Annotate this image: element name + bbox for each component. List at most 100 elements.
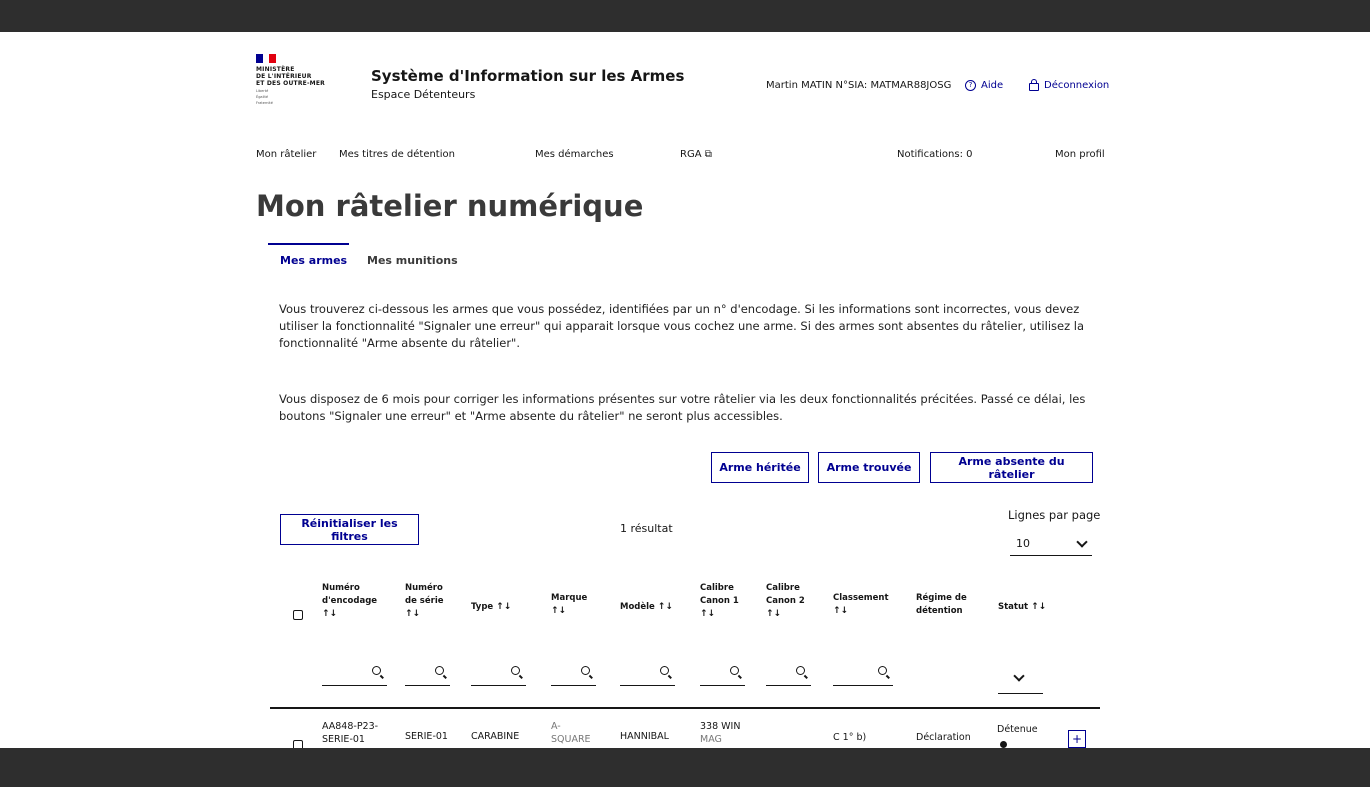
header-type-label: Type — [471, 602, 494, 612]
nav-profile[interactable]: Mon profil — [1055, 149, 1105, 160]
lock-icon — [1029, 79, 1039, 91]
results-count: 1 résultat — [620, 522, 673, 535]
header-calibre-1[interactable]: Calibre Canon 1 ↑↓ — [700, 582, 739, 621]
header-brand-label: Marque — [551, 593, 588, 603]
header-encoding-l2: d'encodage — [322, 596, 378, 606]
search-icon — [372, 666, 381, 675]
ministry-line-2: DE L'INTÉRIEUR — [256, 73, 312, 80]
rows-per-page-select[interactable]: 10 — [1010, 532, 1092, 556]
tab-weapons[interactable]: Mes armes — [280, 254, 347, 267]
status-user-icon — [1000, 741, 1007, 748]
active-tab-indicator — [268, 243, 349, 245]
nav-titles[interactable]: Mes titres de détention — [339, 149, 455, 160]
filter-type-input[interactable] — [471, 662, 526, 686]
header-regime-l1: Régime de — [916, 593, 967, 603]
cell-encoding-l1: AA848-P23- — [322, 721, 379, 732]
ministry-line-3: ET DES OUTRE-MER — [256, 80, 325, 87]
cell-encoding: AA848-P23- SERIE-01 — [322, 720, 378, 746]
header-type[interactable]: Type ↑↓ — [471, 601, 511, 614]
cell-calibre-1: 338 WIN MAG — [700, 720, 740, 746]
cell-cal1-l2: MAG — [700, 734, 722, 745]
chevron-down-icon — [1076, 535, 1088, 548]
header-regime-l2: détention — [916, 606, 963, 616]
filter-status-select[interactable] — [998, 662, 1043, 694]
nav-procedures[interactable]: Mes démarches — [535, 149, 614, 160]
cell-type: CARABINE — [471, 731, 520, 742]
marianne-flag-icon — [256, 54, 277, 63]
chevron-down-icon — [1013, 670, 1025, 682]
ministry-logo[interactable]: MINISTÈRE DE L'INTÉRIEUR ET DES OUTRE-ME… — [256, 54, 346, 105]
cell-regime: Déclaration — [916, 732, 971, 743]
search-icon — [878, 666, 887, 675]
page-title: Mon râtelier numérique — [256, 189, 644, 223]
header-class-label: Classement — [833, 593, 889, 603]
site-title[interactable]: Système d'Information sur les Armes — [371, 67, 684, 85]
search-icon — [511, 666, 520, 675]
sort-icon[interactable]: ↑↓ — [405, 608, 444, 621]
header-serial-l1: Numéro — [405, 583, 443, 593]
cell-brand-l2: SQUARE — [551, 734, 591, 745]
header-model[interactable]: Modèle ↑↓ — [620, 601, 673, 614]
user-info: Martin MATIN N°SIA: MATMAR88JOSG — [766, 80, 952, 91]
sort-icon[interactable]: ↑↓ — [551, 605, 587, 618]
nav-notifications[interactable]: Notifications: 0 — [897, 149, 973, 160]
tab-ammo[interactable]: Mes munitions — [367, 254, 458, 267]
header-calibre-2[interactable]: Calibre Canon 2 ↑↓ — [766, 582, 805, 621]
header-brand[interactable]: Marque ↑↓ — [551, 592, 587, 618]
sort-icon[interactable]: ↑↓ — [496, 602, 511, 612]
header-encoding[interactable]: Numéro d'encodage ↑↓ — [322, 582, 377, 621]
cell-cal1-l1: 338 WIN — [700, 721, 741, 732]
rows-per-page-label: Lignes par page — [1008, 508, 1101, 522]
search-icon — [730, 666, 739, 675]
header-serial-l2: de série — [405, 596, 444, 606]
filter-encoding-input[interactable] — [322, 662, 387, 686]
header-cal1-l2: Canon 1 — [700, 596, 739, 606]
header-model-label: Modèle — [620, 602, 655, 612]
header-status[interactable]: Statut ↑↓ — [998, 601, 1046, 614]
sort-icon[interactable]: ↑↓ — [658, 602, 673, 612]
cell-encoding-l2: SERIE-01 — [322, 734, 365, 745]
header-class[interactable]: Classement ↑↓ — [833, 592, 889, 618]
cell-brand-l1: A- — [551, 721, 561, 732]
sort-icon[interactable]: ↑↓ — [1031, 602, 1046, 612]
found-weapon-button[interactable]: Arme trouvée — [818, 452, 920, 483]
absent-weapon-button[interactable]: Arme absente du râtelier — [930, 452, 1093, 483]
filter-calibre-1-input[interactable] — [700, 662, 745, 686]
filter-serial-input[interactable] — [405, 662, 450, 686]
logout-label: Déconnexion — [1044, 80, 1110, 91]
sort-icon[interactable]: ↑↓ — [833, 605, 889, 618]
nav-rack[interactable]: Mon râtelier — [256, 149, 316, 160]
cell-model: HANNIBAL — [620, 731, 669, 742]
filter-model-input[interactable] — [620, 662, 675, 686]
expand-row-button[interactable]: + — [1068, 730, 1086, 748]
question-icon: ? — [965, 80, 976, 91]
header-serial[interactable]: Numéro de série ↑↓ — [405, 582, 444, 621]
nav-rga[interactable]: RGA ⧉ — [680, 149, 712, 160]
reset-filters-button[interactable]: Réinitialiser les filtres — [280, 514, 419, 545]
cell-brand: A- SQUARE — [551, 720, 591, 746]
header-status-label: Statut — [998, 602, 1029, 612]
header-encoding-l1: Numéro — [322, 583, 360, 593]
external-link-icon: ⧉ — [704, 149, 712, 160]
filter-class-input[interactable] — [833, 662, 893, 686]
sort-icon[interactable]: ↑↓ — [700, 608, 739, 621]
rows-per-page-value: 10 — [1016, 537, 1030, 550]
filter-brand-input[interactable] — [551, 662, 596, 686]
help-link[interactable]: ? Aide — [965, 80, 1003, 91]
header-cal1-l1: Calibre — [700, 583, 734, 593]
filter-calibre-2-input[interactable] — [766, 662, 811, 686]
motto-3: Fraternité — [256, 101, 273, 105]
select-all-checkbox[interactable] — [293, 610, 303, 620]
scan-border-top — [0, 0, 1370, 32]
sort-icon[interactable]: ↑↓ — [766, 608, 805, 621]
logout-link[interactable]: Déconnexion — [1029, 79, 1110, 91]
motto-2: Égalité — [256, 95, 269, 99]
page-background — [6, 32, 1370, 748]
search-icon — [435, 666, 444, 675]
cell-status: Détenue — [997, 724, 1038, 735]
inherited-weapon-button[interactable]: Arme héritée — [711, 452, 809, 483]
help-label: Aide — [981, 80, 1004, 91]
scan-border-bottom — [0, 748, 1370, 787]
sort-icon[interactable]: ↑↓ — [322, 608, 377, 621]
cell-class: C 1° b) — [833, 732, 867, 743]
